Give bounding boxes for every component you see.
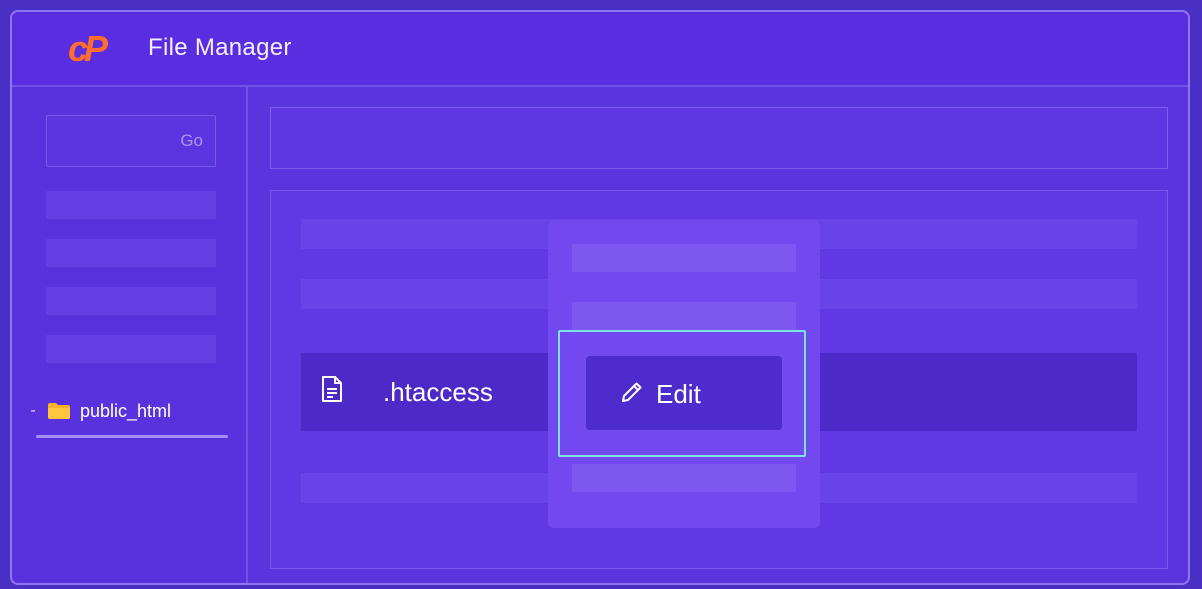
- edit-menu-item[interactable]: Edit: [586, 356, 782, 430]
- selected-indicator: [36, 435, 228, 438]
- folder-icon: [48, 403, 70, 419]
- file-text-icon: [322, 376, 342, 402]
- pencil-icon: [622, 382, 642, 402]
- sidebar-placeholder: [46, 287, 216, 315]
- tree-item-label: public_html: [80, 400, 172, 421]
- svg-text:cP: cP: [68, 30, 109, 68]
- edit-label: Edit: [656, 379, 701, 409]
- title-bar: cP File Manager: [12, 12, 1188, 87]
- sidebar-placeholder: [46, 191, 216, 219]
- app-title: File Manager: [148, 34, 292, 61]
- sidebar-placeholder: [46, 335, 216, 363]
- file-manager-window: cP File Manager Go - public_html .htacce…: [10, 10, 1190, 585]
- file-name: .htaccess: [383, 377, 493, 407]
- menu-item-placeholder[interactable]: [572, 464, 796, 492]
- path-bar[interactable]: [270, 107, 1168, 169]
- go-button[interactable]: Go: [180, 131, 203, 151]
- menu-item-placeholder[interactable]: [572, 302, 796, 330]
- collapse-toggle[interactable]: -: [28, 402, 38, 420]
- sidebar: Go - public_html: [12, 87, 248, 583]
- cpanel-logo: cP: [68, 30, 113, 68]
- menu-item-placeholder[interactable]: [572, 244, 796, 272]
- sidebar-placeholder: [46, 239, 216, 267]
- context-menu: Edit: [548, 220, 820, 528]
- go-input[interactable]: Go: [46, 115, 216, 167]
- tree-item-public-html[interactable]: - public_html: [28, 399, 171, 423]
